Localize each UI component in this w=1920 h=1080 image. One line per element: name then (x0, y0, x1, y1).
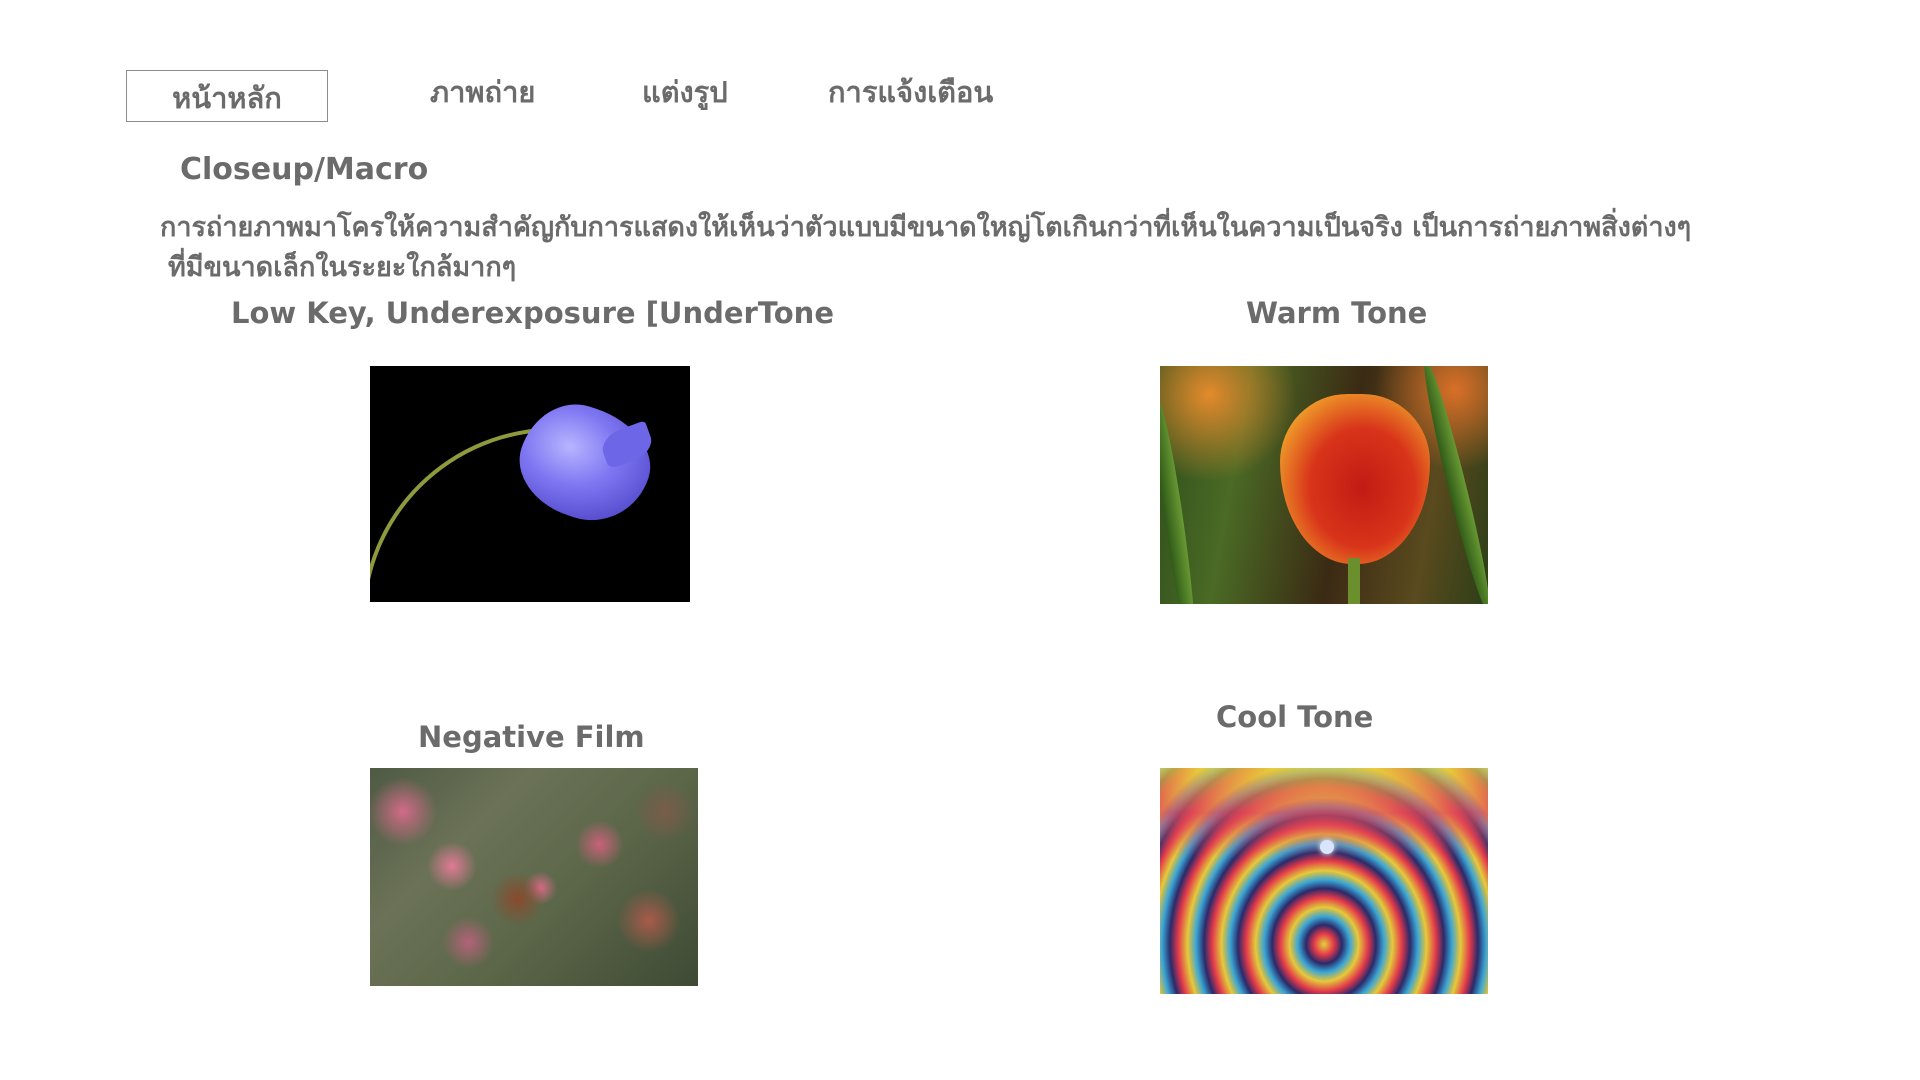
water-ripple-photo (1160, 768, 1488, 994)
nav-item-edit-label: แต่งรูป (642, 75, 728, 109)
tulip-bloom (1280, 394, 1430, 564)
tulip-stem (1348, 558, 1360, 604)
nav-item-notifications[interactable]: การแจ้งเตือน (828, 78, 993, 107)
description-line-2: ที่มีขนาดเล็กในระยะใกล้มากๆ (168, 252, 517, 283)
card-title-negative-film: Negative Film (418, 720, 645, 754)
nav-item-photos-label: ภาพถ่าย (430, 75, 536, 109)
nav-item-home[interactable]: หน้าหลัก (126, 70, 328, 122)
nav-item-notifications-label: การแจ้งเตือน (828, 75, 994, 109)
card-title-warm-tone: Warm Tone (1246, 296, 1428, 330)
red-yellow-tulip-photo (1160, 366, 1488, 604)
nav-item-edit[interactable]: แต่งรูป (642, 78, 728, 107)
nav-item-home-label: หน้าหลัก (172, 80, 282, 115)
section-title: Closeup/Macro (180, 152, 429, 187)
tulip-leaf-left (1160, 396, 1203, 604)
section-description: การถ่ายภาพมาโครให้ความสำคัญกับการแสดงให้… (160, 208, 1860, 288)
description-line-1: การถ่ายภาพมาโครให้ความสำคัญกับการแสดงให้… (160, 212, 1692, 243)
blue-bellflower-photo (370, 366, 690, 602)
top-navigation: หน้าหลัก ภาพถ่าย แต่งรูป การแจ้งเตือน (0, 0, 1920, 140)
water-drop (1320, 840, 1334, 854)
card-title-cool-tone: Cool Tone (1216, 700, 1374, 734)
card-title-low-key: Low Key, Underexposure [UnderTone (231, 296, 834, 330)
nav-item-photos[interactable]: ภาพถ่าย (430, 78, 535, 107)
clover-flowers-photo (370, 768, 698, 986)
